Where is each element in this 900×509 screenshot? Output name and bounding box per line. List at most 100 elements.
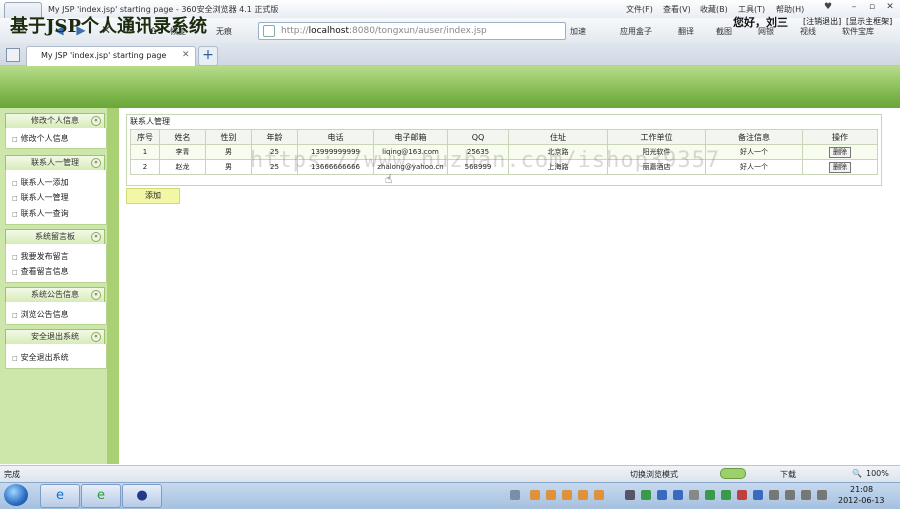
column-header: 电子邮箱 (373, 129, 448, 145)
tray-icon[interactable] (562, 490, 572, 500)
sidebar-item-contact-search[interactable]: 联系人一查询 (12, 208, 69, 219)
tray-icon[interactable] (721, 490, 731, 500)
tray-icon[interactable] (705, 490, 715, 500)
tray-icon[interactable] (641, 490, 651, 500)
address-bar[interactable]: http://localhost:8080/tongxun/auser/inde… (258, 22, 566, 40)
sidebar-section-exit[interactable]: 安全退出系统 « (5, 329, 105, 345)
mouse-cursor-icon: ☝ (385, 172, 393, 186)
status-text: 完成 (4, 470, 20, 479)
ie-icon[interactable]: e (40, 484, 80, 508)
tray-icon[interactable] (657, 490, 667, 500)
toolbar-software[interactable]: 软件宝库 (842, 26, 874, 37)
tray-icon[interactable] (737, 490, 747, 500)
incognito-button[interactable]: 无痕 (216, 26, 232, 37)
sidebar-section-body: 联系人一添加 联系人一管理 联系人一查询 (5, 170, 107, 225)
tray-icon[interactable] (625, 490, 635, 500)
cell-gender: 男 (205, 159, 252, 175)
sidebar-item-browse-notices[interactable]: 浏览公告信息 (12, 309, 69, 320)
collapse-icon[interactable]: « (91, 232, 101, 242)
collapse-icon[interactable]: « (91, 116, 101, 126)
sidebar-item-view-messages[interactable]: 查看留言信息 (12, 266, 69, 277)
toolbar-video[interactable]: 视线 (800, 26, 816, 37)
delete-button[interactable]: 删除 (829, 146, 851, 158)
toolbar-apps[interactable]: 应用盒子 (620, 26, 652, 37)
toolbar-screenshot[interactable]: 截图 (716, 26, 732, 37)
clock-time[interactable]: 21:08 (850, 485, 873, 494)
sidebar-item-safe-exit[interactable]: 安全退出系统 (12, 352, 69, 363)
minimize-icon[interactable]: – (848, 2, 860, 14)
column-header: 电话 (297, 129, 374, 145)
menu-favorites[interactable]: 收藏(B) (700, 4, 728, 15)
user-greeting: 您好，刘三 (733, 16, 788, 29)
tray-icon[interactable] (510, 490, 520, 500)
column-header: 操作 (802, 129, 878, 145)
menu-view[interactable]: 查看(V) (663, 4, 691, 15)
clock-date[interactable]: 2012-06-13 (838, 496, 885, 505)
tray-icon[interactable] (546, 490, 556, 500)
close-icon[interactable]: ✕ (884, 2, 896, 14)
sidebar-section-body: 浏览公告信息 (5, 302, 107, 325)
sidebar-section-body: 安全退出系统 (5, 344, 107, 369)
sidebar-toggle-icon[interactable] (6, 48, 20, 62)
tray-icon[interactable] (769, 490, 779, 500)
tab-title: My JSP 'index.jsp' starting page (41, 51, 167, 60)
tray-icon[interactable] (801, 490, 811, 500)
tray-icon[interactable] (594, 490, 604, 500)
tray-icon[interactable] (530, 490, 540, 500)
column-header: 住址 (508, 129, 608, 145)
tray-icon[interactable] (785, 490, 795, 500)
tray-icon[interactable] (689, 490, 699, 500)
sidebar-divider[interactable] (107, 108, 119, 464)
zoom-icon[interactable]: 🔍 (852, 469, 862, 478)
url-text[interactable]: http://localhost:8080/tongxun/auser/inde… (281, 26, 487, 36)
sidebar-item-contact-add[interactable]: 联系人一添加 (12, 177, 69, 188)
column-header: 性别 (205, 129, 252, 145)
tray-icon[interactable] (673, 490, 683, 500)
cell-index: 1 (130, 144, 160, 160)
column-header: 工作单位 (607, 129, 706, 145)
sidebar-item-edit-profile[interactable]: 修改个人信息 (12, 133, 69, 144)
sidebar-section-profile[interactable]: 修改个人信息 « (5, 113, 105, 129)
sidebar-item-post-message[interactable]: 我要发布留言 (12, 251, 69, 262)
add-contact-button[interactable]: 添加 (126, 188, 180, 204)
cell-name: 赵龙 (159, 159, 206, 175)
zoom-level[interactable]: 100% (866, 469, 889, 478)
tab-close-icon[interactable]: ✕ (182, 50, 190, 60)
logout-link[interactable]: [注销退出] (803, 16, 841, 27)
browser-360-icon[interactable]: e (81, 484, 121, 508)
media-player-icon[interactable]: ● (122, 484, 162, 508)
sidebar-item-contact-manage[interactable]: 联系人一管理 (12, 192, 69, 203)
column-header: QQ (447, 129, 509, 145)
sidebar-section-messages[interactable]: 系统留言板 « (5, 229, 105, 245)
menu-file[interactable]: 文件(F) (626, 4, 653, 15)
start-button-icon[interactable] (4, 484, 28, 506)
new-tab-icon[interactable]: + (198, 46, 218, 66)
toolbar-translate[interactable]: 翻译 (678, 26, 694, 37)
cell-gender: 男 (205, 144, 252, 160)
page-title: 基于JSP个人通讯录系统 (10, 16, 208, 37)
restore-icon[interactable]: ▫ (866, 2, 878, 14)
toggle-icon[interactable] (720, 468, 746, 479)
speedup-button[interactable]: 加速 (570, 26, 586, 37)
delete-button[interactable]: 删除 (829, 161, 851, 173)
status-bar (0, 465, 900, 482)
switch-view-mode-button[interactable]: 切换浏览模式 (630, 469, 678, 480)
collapse-icon[interactable]: « (91, 290, 101, 300)
tab-index-jsp[interactable]: My JSP 'index.jsp' starting page ✕ (26, 46, 196, 66)
show-main-frame-link[interactable]: [显示主框架] (846, 16, 892, 27)
panel-title: 联系人管理 (130, 117, 170, 126)
sidebar-section-contacts[interactable]: 联系人一管理 « (5, 155, 105, 171)
column-header: 序号 (130, 129, 160, 145)
table-header-row: 序号 姓名 性别 年龄 电话 电子邮箱 QQ 住址 工作单位 备注信息 操作 (130, 129, 878, 145)
tray-icon[interactable] (578, 490, 588, 500)
collapse-icon[interactable]: « (91, 332, 101, 342)
column-header: 备注信息 (705, 129, 803, 145)
shield-icon[interactable]: ♥ (822, 2, 834, 14)
sidebar-section-notices[interactable]: 系统公告信息 « (5, 287, 105, 303)
watermark-text: https://www.huzhan.com/ishop39357 (250, 148, 721, 173)
tray-icon[interactable] (753, 490, 763, 500)
collapse-icon[interactable]: « (91, 158, 101, 168)
cell-name: 李青 (159, 144, 206, 160)
volume-icon[interactable] (817, 490, 827, 500)
downloads-button[interactable]: 下载 (780, 469, 796, 480)
